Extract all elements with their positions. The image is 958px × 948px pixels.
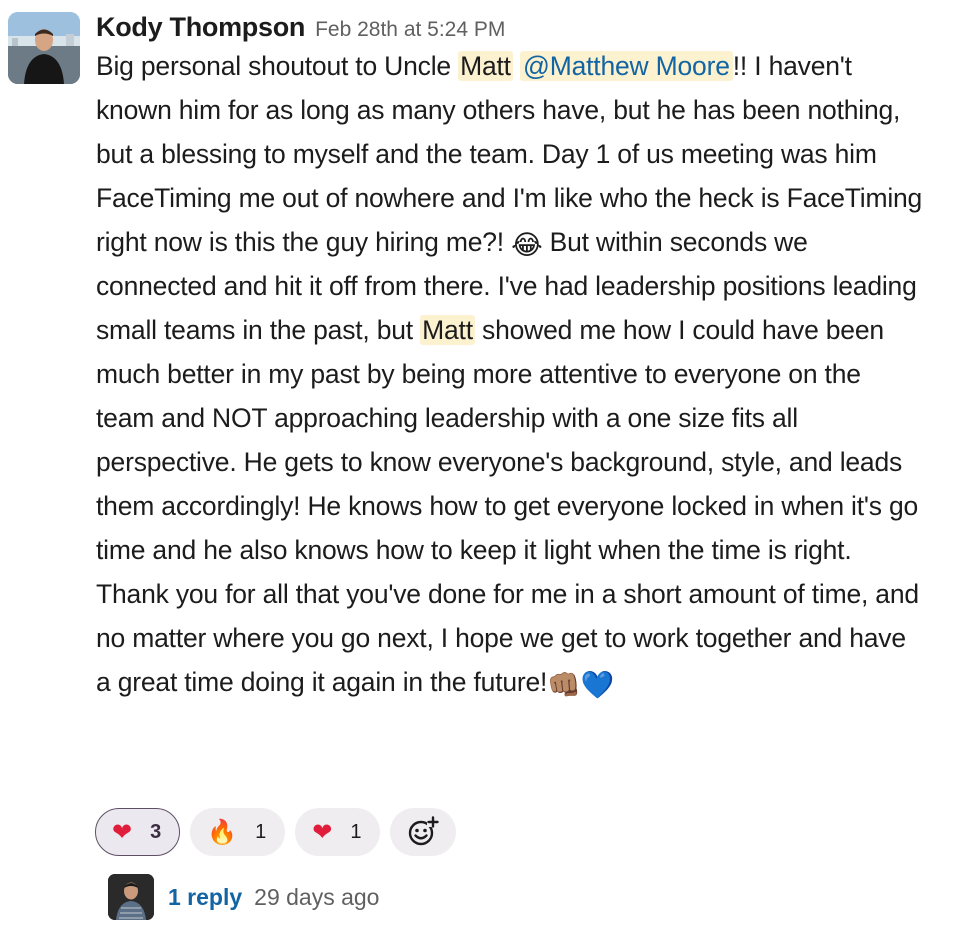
heart-icon: ❤: [312, 818, 333, 846]
message-timestamp[interactable]: Feb 28th at 5:24 PM: [315, 18, 505, 42]
add-reaction-button[interactable]: [390, 808, 457, 856]
reply-count-link[interactable]: 1 reply: [168, 884, 242, 911]
fire-icon: 🔥: [207, 818, 238, 846]
last-reply-time: 29 days ago: [254, 883, 380, 910]
message-header: Kody Thompson Feb 28th at 5:24 PM: [96, 12, 505, 48]
reaction-count: 1: [350, 820, 362, 843]
reaction-heart-2[interactable]: ❤ 1: [295, 808, 381, 856]
thread-summary[interactable]: 1 reply 29 days ago: [108, 874, 379, 920]
message: Kody Thompson Feb 28th at 5:24 PM Big pe…: [0, 0, 958, 948]
message-body: Big personal shoutout to Uncle Matt @Mat…: [96, 44, 926, 704]
reaction-count: 3: [150, 820, 162, 843]
reaction-count: 1: [255, 820, 267, 843]
reaction-fire[interactable]: 🔥 1: [190, 808, 286, 856]
highlight-keyword: Matt: [458, 51, 513, 81]
add-emoji-icon: [409, 816, 440, 846]
fist-bump-emoji-icon: 👊🏽: [547, 670, 581, 701]
user-mention[interactable]: @Matthew Moore: [520, 51, 733, 81]
text-segment: showed me how I could have been much bet…: [96, 315, 919, 697]
reaction-heart[interactable]: ❤ 3: [95, 808, 181, 856]
text-segment: Big personal shoutout to Uncle: [96, 51, 459, 81]
laughing-emoji-icon: 😂: [511, 230, 543, 261]
reactions-bar: ❤ 3 🔥 1 ❤ 1: [95, 808, 457, 856]
heart-icon: ❤: [112, 818, 133, 846]
reply-avatar[interactable]: [108, 874, 154, 920]
reply-avatar-photo-icon: [108, 874, 154, 920]
author-avatar[interactable]: [8, 12, 80, 84]
highlight-keyword: Matt: [420, 315, 475, 345]
avatar-photo-icon: [8, 12, 80, 84]
author-name[interactable]: Kody Thompson: [96, 12, 305, 43]
blue-heart-emoji-icon: 💙: [580, 670, 615, 701]
